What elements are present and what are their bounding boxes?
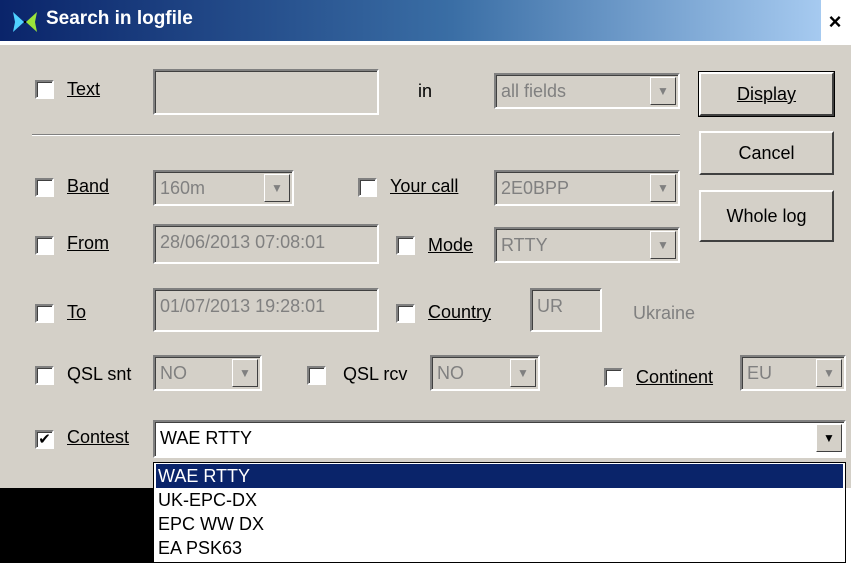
list-item[interactable]: UK-EPC-DX xyxy=(156,488,843,512)
qsl-received-label: QSL rcv xyxy=(343,364,408,384)
country-label: Country xyxy=(428,301,491,323)
your-call-select-value: 2E0BPP xyxy=(501,178,570,198)
qsl-sent-select[interactable]: NO ▼ xyxy=(153,355,262,391)
window-title: Search in logfile xyxy=(46,8,193,29)
in-label: in xyxy=(418,81,433,101)
to-checkbox[interactable] xyxy=(35,304,54,323)
from-date-value: 28/06/2013 07:08:01 xyxy=(160,232,326,252)
mode-select[interactable]: RTTY ▼ xyxy=(494,227,680,263)
chevron-down-icon[interactable]: ▼ xyxy=(816,424,842,452)
chevron-down-icon: ▼ xyxy=(264,174,290,202)
chevron-down-icon: ▼ xyxy=(650,174,676,202)
continent-select[interactable]: EU ▼ xyxy=(740,355,846,391)
field-select-value: all fields xyxy=(501,81,567,101)
close-button[interactable]: × xyxy=(823,10,847,34)
band-select[interactable]: 160m ▼ xyxy=(153,170,294,206)
separator xyxy=(32,134,680,136)
qsl-sent-checkbox[interactable] xyxy=(35,366,54,385)
country-label-text: Country xyxy=(428,302,492,322)
contest-label-text: Contest xyxy=(67,427,130,447)
continent-label-text: Continent xyxy=(636,367,714,387)
to-date-input[interactable]: 01/07/2013 19:28:01 xyxy=(153,288,379,332)
band-select-value: 160m xyxy=(160,178,206,198)
chevron-down-icon: ▼ xyxy=(510,359,536,387)
field-select[interactable]: all fields ▼ xyxy=(494,73,680,109)
list-item[interactable]: WAE RTTY xyxy=(156,464,843,488)
chevron-down-icon: ▼ xyxy=(650,231,676,259)
country-input[interactable]: UR xyxy=(530,288,602,332)
display-button-label: Display xyxy=(736,84,797,104)
contest-select-value: WAE RTTY xyxy=(160,428,253,448)
from-date-input[interactable]: 28/06/2013 07:08:01 xyxy=(153,224,379,264)
from-label-text: From xyxy=(67,233,109,253)
display-button[interactable]: Display xyxy=(698,71,835,117)
qsl-received-checkbox[interactable] xyxy=(307,366,326,385)
search-dialog: Search in logfile × Text in all fields ▼… xyxy=(0,0,851,488)
qsl-sent-label: QSL snt xyxy=(67,364,132,384)
band-checkbox[interactable] xyxy=(35,178,54,197)
chevron-down-icon: ▼ xyxy=(650,77,676,105)
title-bar: Search in logfile × xyxy=(0,0,851,45)
mode-checkbox[interactable] xyxy=(396,236,415,255)
continent-select-value: EU xyxy=(747,363,773,383)
contest-label: Contest xyxy=(67,426,129,448)
country-input-value: UR xyxy=(537,296,563,316)
from-label: From xyxy=(67,232,109,254)
band-label: Band xyxy=(67,175,109,197)
list-item[interactable]: EPC WW DX xyxy=(156,512,843,536)
cancel-button[interactable]: Cancel xyxy=(699,131,834,175)
background-region xyxy=(0,488,153,563)
mode-select-value: RTTY xyxy=(501,235,548,255)
whole-log-button[interactable]: Whole log xyxy=(699,190,834,242)
continent-label: Continent xyxy=(636,366,713,388)
qsl-received-value: NO xyxy=(437,363,464,383)
country-name-text: Ukraine xyxy=(633,303,696,323)
to-label: To xyxy=(67,301,86,323)
your-call-checkbox[interactable] xyxy=(358,178,377,197)
contest-dropdown-list[interactable]: WAE RTTY UK-EPC-DX EPC WW DX EA PSK63 xyxy=(153,462,846,563)
whole-log-button-label: Whole log xyxy=(726,206,807,226)
text-label: Text xyxy=(67,78,100,100)
contest-select[interactable]: WAE RTTY ▼ xyxy=(153,420,846,458)
your-call-label: Your call xyxy=(390,175,458,197)
country-checkbox[interactable] xyxy=(396,304,415,323)
continent-checkbox[interactable] xyxy=(604,368,623,387)
list-item[interactable]: EA PSK63 xyxy=(156,536,843,560)
text-input[interactable] xyxy=(153,69,379,115)
your-call-label-text: Your call xyxy=(390,176,459,196)
from-checkbox[interactable] xyxy=(35,236,54,255)
chevron-down-icon: ▼ xyxy=(816,359,842,387)
contest-checkbox[interactable]: ✔ xyxy=(35,430,54,449)
chevron-down-icon: ▼ xyxy=(232,359,258,387)
band-label-text: Band xyxy=(67,176,110,196)
to-label-text: To xyxy=(67,302,87,322)
to-date-value: 01/07/2013 19:28:01 xyxy=(160,296,326,316)
text-label-text: Text xyxy=(67,79,101,99)
your-call-select[interactable]: 2E0BPP ▼ xyxy=(494,170,680,206)
mode-label-text: Mode xyxy=(428,235,474,255)
qsl-sent-value: NO xyxy=(160,363,187,383)
qsl-received-select[interactable]: NO ▼ xyxy=(430,355,540,391)
butterfly-icon xyxy=(13,12,37,32)
mode-label: Mode xyxy=(428,234,473,256)
text-checkbox[interactable] xyxy=(35,80,54,99)
